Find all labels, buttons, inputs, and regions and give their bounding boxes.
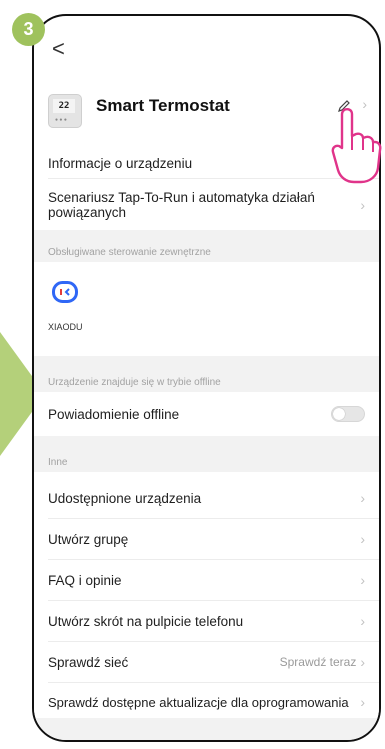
back-arrow-icon[interactable]: < (52, 38, 65, 60)
offline-notification-row[interactable]: Powiadomienie offline (34, 392, 379, 436)
device-title: Smart Termostat (96, 96, 230, 115)
thermostat-icon: 22 ● ● ● (48, 94, 82, 128)
offline-notification-label: Powiadomienie offline (48, 406, 180, 422)
menu-item-shared-devices[interactable]: Udostępnione urządzenia › (34, 478, 379, 518)
menu-item-home-shortcut[interactable]: Utwórz skrót na pulpicie telefonu › (34, 601, 379, 641)
menu-item-label: Utwórz skrót na pulpicie telefonu (48, 613, 244, 629)
section-other: Inne (34, 436, 379, 472)
menu-item-label: Utwórz grupę (48, 531, 129, 547)
section-external-control-title: Obsługiwane sterowanie zewnętrzne (48, 247, 211, 258)
chevron-right-icon: › (360, 654, 365, 670)
device-info-label: Informacje o urządzeniu (48, 155, 193, 171)
thermostat-buttons-glyph: ● ● ● (55, 117, 67, 123)
toggle-knob (333, 408, 345, 420)
xiaodu-label: XIAODU (48, 322, 83, 332)
tap-to-run-label: Scenariusz Tap-To-Run i automatyka dział… (48, 190, 315, 220)
menu-item-firmware-update[interactable]: Sprawdź dostępne aktualizacje dla oprogr… (34, 683, 379, 721)
phone-frame: < 22 ● ● ● Smart Termostat › Informacje … (32, 14, 381, 742)
xiaodu-logo-icon[interactable] (52, 281, 78, 303)
chevron-right-icon: › (360, 694, 365, 710)
chevron-right-icon: › (360, 490, 365, 506)
section-offline: Urządzenie znajduje się w trybie offline (34, 356, 379, 392)
step-badge: 3 (12, 13, 45, 46)
section-external-control: Obsługiwane sterowanie zewnętrzne (34, 230, 379, 262)
menu-item-label: FAQ i opinie (48, 572, 122, 588)
menu-item-create-group[interactable]: Utwórz grupę › (34, 519, 379, 559)
menu-item-faq[interactable]: FAQ i opinie › (34, 560, 379, 600)
bottom-spacer (34, 718, 379, 740)
device-header[interactable]: 22 ● ● ● Smart Termostat › (34, 84, 379, 148)
chevron-right-icon: › (360, 613, 365, 629)
chevron-right-icon: › (360, 531, 365, 547)
section-other-title: Inne (48, 457, 68, 468)
chevron-right-icon: › (360, 197, 365, 213)
check-network-value: Sprawdź teraz (279, 655, 357, 669)
pointing-hand-icon (331, 108, 382, 184)
menu-item-check-network[interactable]: Sprawdź sieć Sprawdź teraz › (34, 642, 379, 682)
chevron-right-icon: › (360, 572, 365, 588)
menu-item-label: Sprawdź dostępne aktualizacje dla oprogr… (48, 694, 349, 710)
device-info-row[interactable]: Informacje o urządzeniu (34, 148, 379, 178)
menu-item-label: Udostępnione urządzenia (48, 490, 202, 506)
menu-item-label: Sprawdź sieć (48, 654, 129, 670)
section-offline-title: Urządzenie znajduje się w trybie offline (48, 377, 221, 388)
tap-to-run-row[interactable]: Scenariusz Tap-To-Run i automatyka dział… (34, 180, 379, 230)
offline-notification-toggle[interactable] (331, 406, 365, 422)
thermostat-display: 22 (53, 99, 75, 113)
